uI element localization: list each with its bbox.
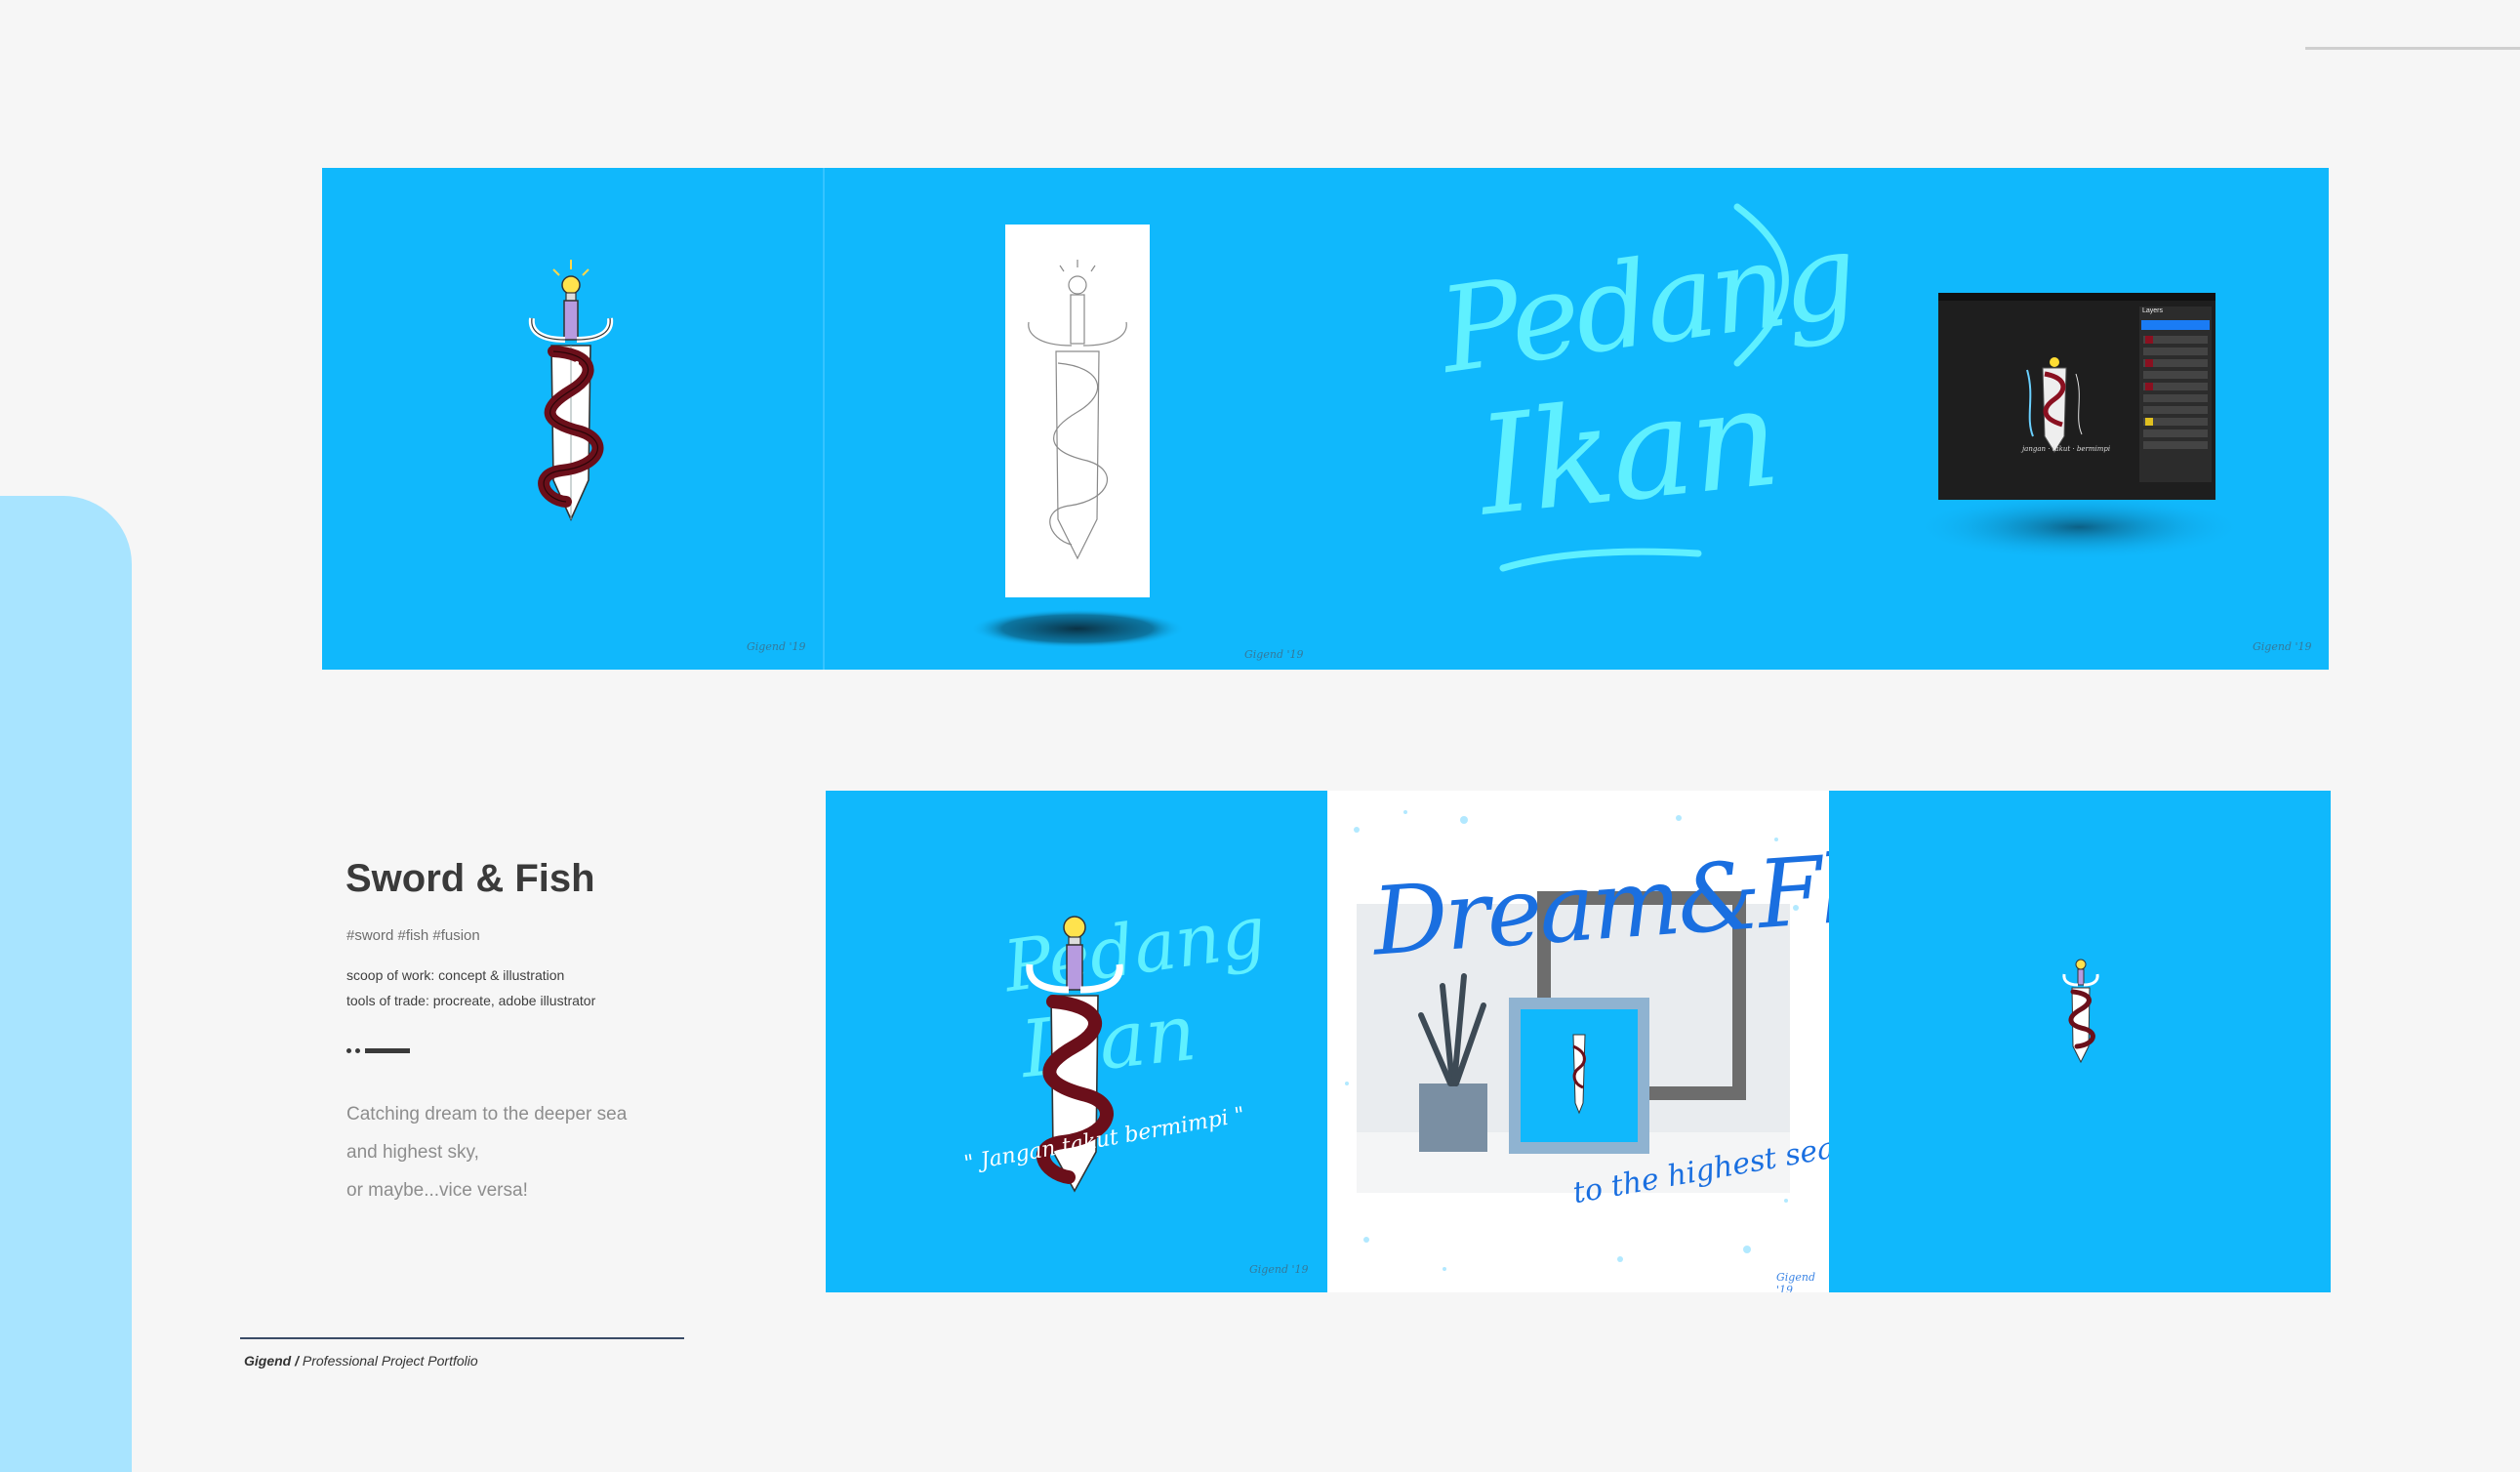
device-shadow	[1913, 494, 2245, 560]
signature: Gigend '19	[1776, 1271, 1815, 1292]
svg-text:jangan · takut · bermimpi: jangan · takut · bermimpi	[2020, 445, 2110, 453]
planter	[1419, 1084, 1487, 1152]
sword-illustration	[2062, 959, 2099, 1064]
tagline-artwork-panel: Pedang Ikan " Jangan takut bermimpi " Gi…	[826, 791, 1327, 1292]
top-banner: jangan · takut · bermimpi Pedang Ikan Gi…	[322, 168, 2329, 670]
signature: Gigend '19	[1249, 1263, 1309, 1276]
signature: Gigend '19	[747, 640, 806, 653]
ikan-lettering: Ikan	[1471, 357, 1785, 548]
divider-bar	[365, 1048, 410, 1053]
dream-fly-panel: Dream&Fly to the highest sea Gigend '19	[1327, 791, 1829, 1292]
side-tab	[0, 496, 132, 1472]
project-title: Sword & Fish	[345, 857, 595, 900]
card-shadow	[970, 609, 1185, 648]
tools-of-trade: tools of trade: procreate, adobe illustr…	[346, 993, 596, 1008]
description-line: Catching dream to the deeper sea	[346, 1104, 628, 1124]
signature: Gigend '19	[1244, 648, 1304, 661]
footer-brand-name: Gigend /	[244, 1353, 299, 1369]
scope-of-work: scoop of work: concept & illustration	[346, 967, 565, 983]
procreate-layers-title: Layers	[2142, 307, 2164, 314]
divider-dot	[346, 1048, 351, 1053]
description-line: and highest sky,	[346, 1142, 479, 1163]
divider-dot	[355, 1048, 360, 1053]
footer-brand: Gigend / Professional Project Portfolio	[244, 1353, 478, 1369]
sword-illustration	[528, 260, 614, 521]
signature: Gigend '19	[2253, 640, 2312, 653]
footer-rule	[240, 1337, 684, 1339]
procreate-screenshot: jangan · takut · bermimpi	[1938, 293, 2215, 500]
description-line: or maybe...vice versa!	[346, 1180, 528, 1201]
project-tags: #sword #fish #fusion	[346, 927, 480, 944]
footer-subtitle: Professional Project Portfolio	[302, 1353, 478, 1369]
small-sword-panel	[1829, 791, 2331, 1292]
top-rule	[2305, 47, 2520, 50]
sketch-card	[1005, 225, 1150, 597]
